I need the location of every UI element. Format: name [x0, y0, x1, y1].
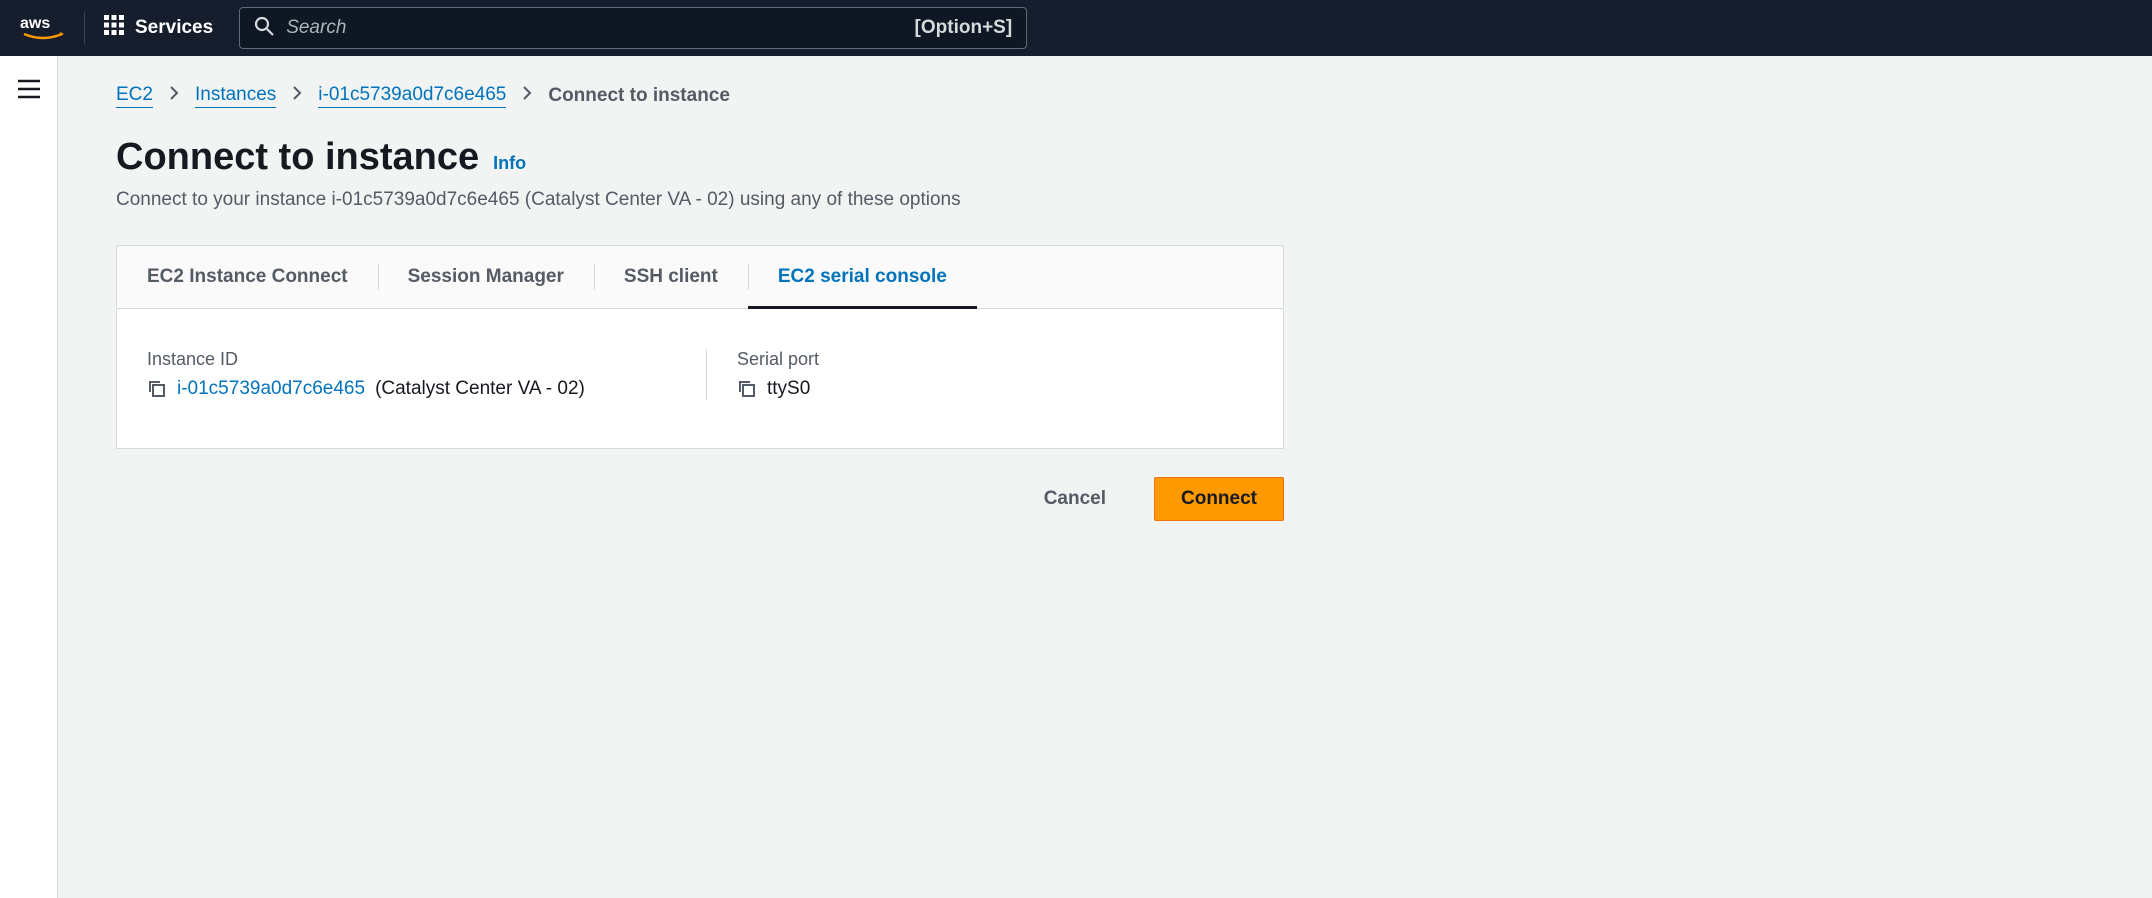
chevron-right-icon — [292, 85, 302, 107]
search-box[interactable]: [Option+S] — [239, 7, 1027, 49]
svg-text:aws: aws — [20, 15, 50, 32]
page-heading: Connect to instance Info — [116, 136, 2094, 179]
breadcrumb-ec2[interactable]: EC2 — [116, 84, 153, 108]
top-nav: aws Services — [0, 0, 2152, 56]
field-serial-port: Serial port ttyS0 — [707, 349, 819, 400]
instance-id-link[interactable]: i-01c5739a0d7c6e465 — [177, 378, 365, 400]
tab-ec2-instance-connect[interactable]: EC2 Instance Connect — [117, 246, 378, 308]
instance-id-label: Instance ID — [147, 349, 676, 370]
tab-ssh-client[interactable]: SSH client — [594, 246, 748, 308]
connect-panel: EC2 Instance Connect Session Manager SSH… — [116, 245, 1284, 449]
copy-icon[interactable] — [147, 379, 167, 399]
breadcrumb: EC2 Instances i-01c5739a0d7c6e465 Connec… — [116, 84, 2094, 108]
cancel-button[interactable]: Cancel — [1018, 477, 1132, 521]
search-shortcut-hint: [Option+S] — [915, 17, 1013, 39]
services-label: Services — [135, 17, 213, 39]
main-content: EC2 Instances i-01c5739a0d7c6e465 Connec… — [58, 56, 2152, 898]
search-input[interactable] — [286, 17, 902, 39]
breadcrumb-instance-id[interactable]: i-01c5739a0d7c6e465 — [318, 84, 506, 108]
tabs: EC2 Instance Connect Session Manager SSH… — [117, 246, 1283, 309]
field-instance-id: Instance ID i-01c5739a0d7c6e465 (Catalys… — [147, 349, 707, 400]
left-rail — [0, 56, 58, 898]
services-menu-button[interactable]: Services — [103, 14, 213, 42]
breadcrumb-current: Connect to instance — [548, 85, 730, 107]
info-link[interactable]: Info — [493, 153, 526, 174]
hamburger-icon[interactable] — [16, 78, 42, 898]
tab-session-manager[interactable]: Session Manager — [378, 246, 594, 308]
connect-button[interactable]: Connect — [1154, 477, 1284, 521]
page-subtitle: Connect to your instance i-01c5739a0d7c6… — [116, 189, 2094, 211]
search-icon — [254, 16, 274, 41]
grid-icon — [103, 14, 125, 42]
page-title: Connect to instance — [116, 136, 479, 179]
instance-name: (Catalyst Center VA - 02) — [375, 378, 585, 400]
panel-body: Instance ID i-01c5739a0d7c6e465 (Catalys… — [117, 309, 1283, 448]
chevron-right-icon — [522, 85, 532, 107]
copy-icon[interactable] — [737, 379, 757, 399]
serial-port-value: ttyS0 — [767, 378, 810, 400]
tab-ec2-serial-console[interactable]: EC2 serial console — [748, 246, 977, 308]
breadcrumb-instances[interactable]: Instances — [195, 84, 276, 108]
footer-actions: Cancel Connect — [116, 449, 1284, 521]
chevron-right-icon — [169, 85, 179, 107]
serial-port-label: Serial port — [737, 349, 819, 370]
aws-logo[interactable]: aws — [20, 12, 85, 44]
